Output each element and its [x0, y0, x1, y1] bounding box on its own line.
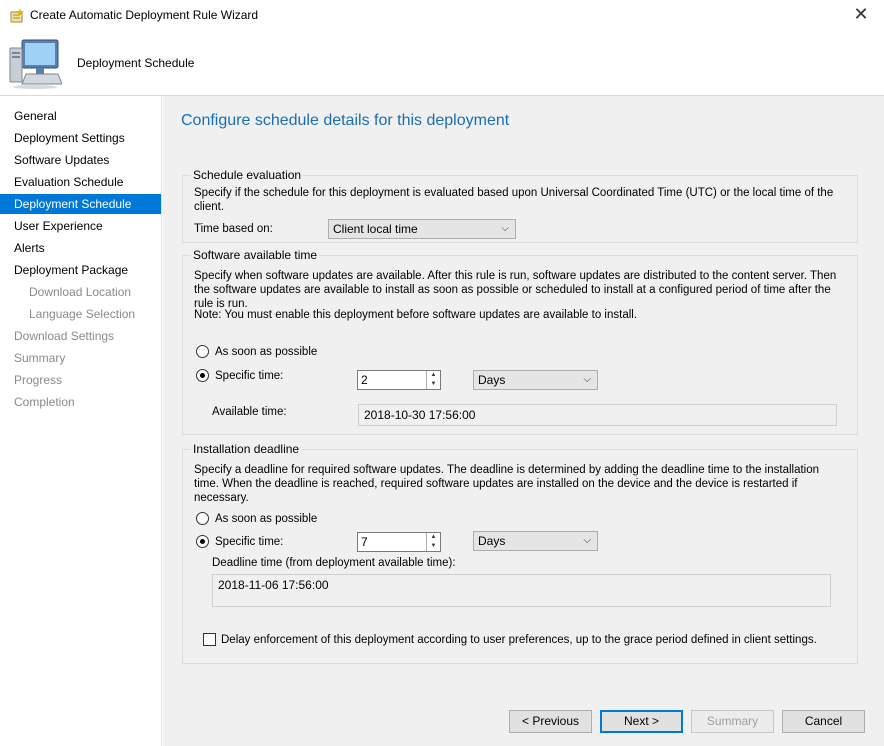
available-time-value: 2: [361, 373, 368, 387]
summary-button: Summary: [691, 710, 774, 733]
nav-item-deployment-schedule[interactable]: Deployment Schedule: [0, 194, 161, 214]
previous-button[interactable]: < Previous: [509, 710, 592, 733]
stepper-buttons[interactable]: ▲ ▼: [426, 371, 440, 389]
available-time-stepper[interactable]: 2 ▲ ▼: [357, 370, 441, 390]
deadline-asap-label: As soon as possible: [215, 513, 318, 525]
wizard-icon: [10, 8, 24, 23]
deadline-specific-label: Specific time:: [215, 536, 284, 548]
deadline-label: Installation deadline: [191, 442, 302, 456]
page-title: Configure schedule details for this depl…: [181, 112, 510, 129]
nav-item-user-experience[interactable]: User Experience: [0, 216, 161, 236]
nav-item-deployment-package[interactable]: Deployment Package: [0, 260, 161, 280]
wizard-nav: General Deployment Settings Software Upd…: [0, 96, 162, 746]
available-specific-label: Specific time:: [215, 370, 284, 382]
chevron-down-icon[interactable]: ▼: [427, 380, 440, 389]
nav-item-evaluation-schedule[interactable]: Evaluation Schedule: [0, 172, 161, 192]
chevron-down-icon: ⌵: [501, 223, 509, 234]
deadline-specific-radio[interactable]: [196, 535, 209, 548]
time-based-label: Time based on:: [194, 223, 273, 235]
nav-item-download-settings: Download Settings: [14, 329, 115, 343]
available-specific-radio[interactable]: [196, 369, 209, 382]
close-icon[interactable]: ✕: [838, 0, 884, 30]
available-time-readout-label: Available time:: [212, 406, 287, 418]
available-unit-dropdown[interactable]: Days ⌵: [473, 370, 598, 390]
deadline-time-value: 7: [361, 535, 368, 549]
chevron-up-icon[interactable]: ▲: [427, 371, 440, 380]
title-bar: Create Automatic Deployment Rule Wizard …: [0, 0, 884, 30]
available-asap-label: As soon as possible: [215, 346, 318, 358]
deadline-time-readout: 2018-11-06 17:56:00: [212, 574, 831, 607]
nav-item-software-updates[interactable]: Software Updates: [0, 150, 161, 170]
nav-item-language-selection: Language Selection: [29, 307, 136, 321]
stepper-buttons[interactable]: ▲ ▼: [426, 533, 440, 551]
delay-enforcement-checkbox[interactable]: [203, 633, 216, 646]
available-unit-value: Days: [478, 373, 506, 387]
available-time-readout: 2018-10-30 17:56:00: [358, 404, 837, 426]
delay-enforcement-label: Delay enforcement of this deployment acc…: [221, 634, 817, 646]
available-time-label: Software available time: [191, 248, 320, 262]
deadline-asap-radio[interactable]: [196, 512, 209, 525]
chevron-down-icon: ⌵: [583, 374, 591, 385]
chevron-up-icon[interactable]: ▲: [427, 533, 440, 542]
wizard-header: Deployment Schedule: [0, 30, 884, 96]
header-title: Deployment Schedule: [77, 56, 195, 70]
nav-item-completion: Completion: [14, 395, 75, 409]
available-asap-radio[interactable]: [196, 345, 209, 358]
computer-icon: [9, 39, 62, 89]
schedule-evaluation-description: Specify if the schedule for this deploym…: [194, 187, 834, 213]
content-panel: Configure schedule details for this depl…: [163, 96, 884, 746]
nav-item-deployment-settings[interactable]: Deployment Settings: [0, 128, 161, 148]
nav-item-download-location: Download Location: [29, 285, 132, 299]
nav-item-summary: Summary: [14, 351, 66, 365]
deadline-group: Installation deadline Specify a deadline…: [182, 442, 858, 664]
cancel-button[interactable]: Cancel: [782, 710, 865, 733]
available-time-note: Note: You must enable this deployment be…: [194, 309, 638, 321]
nav-item-progress: Progress: [14, 373, 63, 387]
time-based-value: Client local time: [333, 222, 418, 236]
time-based-dropdown[interactable]: Client local time ⌵: [328, 219, 516, 239]
deadline-unit-dropdown[interactable]: Days ⌵: [473, 531, 598, 551]
available-time-description: Specify when software updates are availa…: [194, 270, 837, 310]
deadline-time-stepper[interactable]: 7 ▲ ▼: [357, 532, 441, 552]
chevron-down-icon[interactable]: ▼: [427, 542, 440, 551]
deadline-time-readout-label: Deadline time (from deployment available…: [212, 557, 456, 569]
nav-item-general[interactable]: General: [0, 106, 161, 126]
next-button[interactable]: Next >: [600, 710, 683, 733]
nav-item-alerts[interactable]: Alerts: [0, 238, 161, 258]
chevron-down-icon: ⌵: [583, 535, 591, 546]
schedule-evaluation-label: Schedule evaluation: [191, 168, 304, 182]
schedule-evaluation-group: Schedule evaluation Specify if the sched…: [182, 168, 858, 243]
window-title: Create Automatic Deployment Rule Wizard: [30, 8, 259, 22]
available-time-group: Software available time Specify when sof…: [182, 248, 858, 435]
deadline-description: Specify a deadline for required software…: [194, 464, 820, 504]
deadline-unit-value: Days: [478, 534, 506, 548]
